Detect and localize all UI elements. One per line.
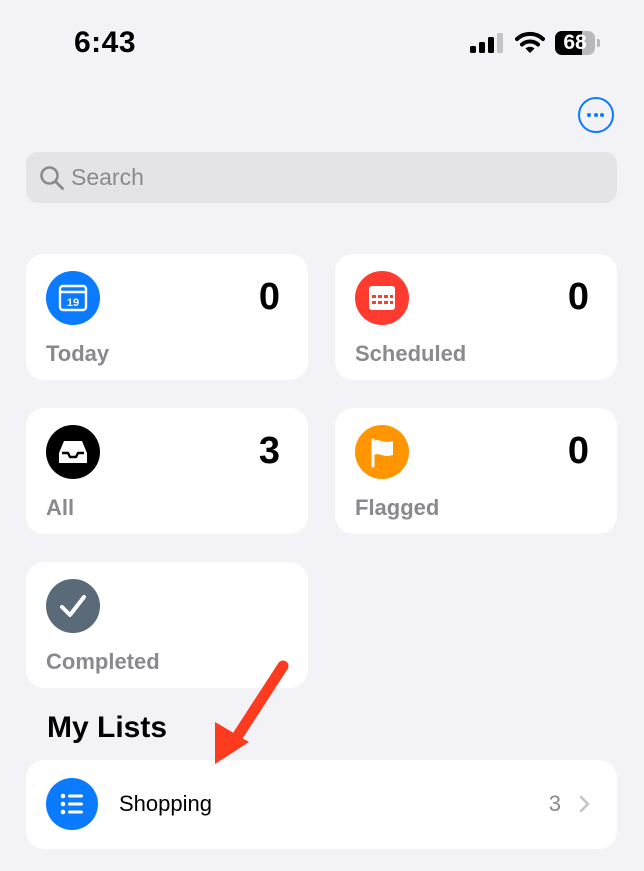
- smart-list-flagged[interactable]: 0 Flagged: [335, 408, 617, 534]
- checkmark-icon: [46, 579, 100, 633]
- more-options-button[interactable]: [578, 97, 614, 133]
- calendar-day: 19: [67, 297, 79, 309]
- flagged-count: 0: [567, 430, 589, 472]
- calendar-icon: 19: [46, 271, 100, 325]
- tray-icon: [46, 425, 100, 479]
- scheduled-label: Scheduled: [355, 341, 467, 366]
- status-time: 6:43: [74, 26, 137, 59]
- red-arrow-icon: [215, 660, 289, 764]
- search-bar[interactable]: Search: [26, 152, 617, 203]
- search-icon: [40, 166, 64, 190]
- all-label: All: [46, 495, 75, 520]
- smart-list-scheduled[interactable]: 0 Scheduled: [335, 254, 617, 380]
- battery-icon: 68: [555, 31, 601, 55]
- list-bullet-icon: [46, 778, 98, 830]
- today-label: Today: [46, 341, 110, 366]
- scheduled-count: 0: [567, 276, 589, 318]
- cellular-signal-icon: [470, 33, 503, 53]
- smart-list-today[interactable]: 19 0 Today: [26, 254, 308, 380]
- all-count: 3: [258, 430, 280, 472]
- my-lists-heading: My Lists: [47, 711, 168, 744]
- chevron-right-icon: [579, 795, 590, 813]
- list-name: Shopping: [119, 791, 212, 816]
- completed-label: Completed: [46, 649, 160, 674]
- calendar-grid-icon: [355, 271, 409, 325]
- list-count: 3: [548, 791, 561, 816]
- flagged-label: Flagged: [355, 495, 440, 520]
- wifi-icon: [515, 31, 545, 53]
- search-input[interactable]: Search: [71, 164, 144, 191]
- battery-level: 68: [563, 31, 587, 54]
- today-count: 0: [258, 276, 280, 318]
- status-bar: 6:43 68: [0, 0, 644, 90]
- flag-icon: [355, 425, 409, 479]
- smart-list-all[interactable]: 3 All: [26, 408, 308, 534]
- list-item-shopping[interactable]: Shopping 3: [26, 760, 617, 849]
